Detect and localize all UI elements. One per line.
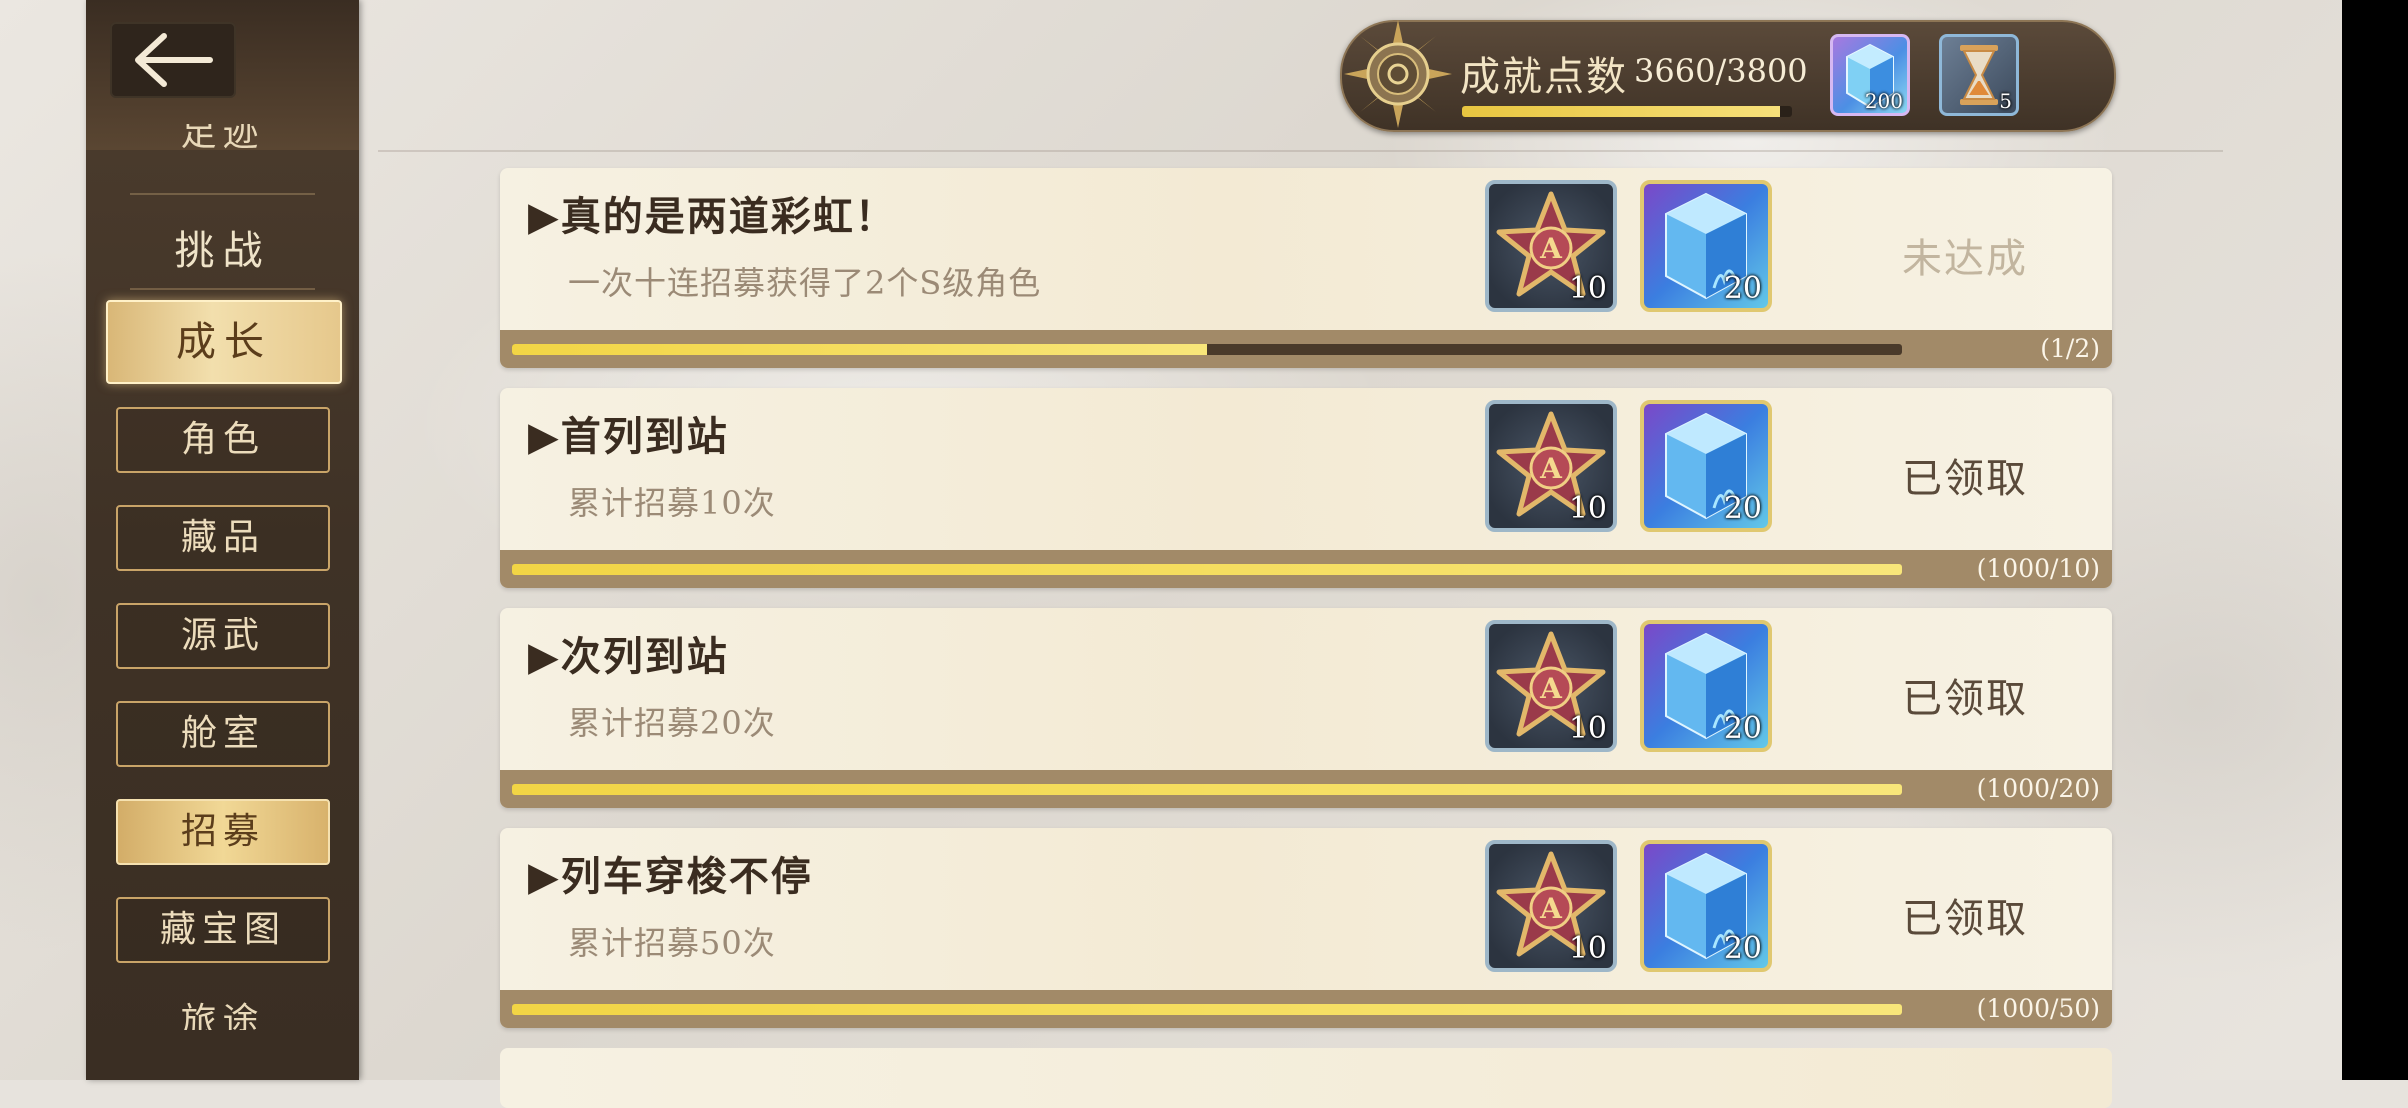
achievement-progress-fill [512, 784, 1902, 795]
reward-count: 10 [1568, 491, 1607, 526]
achievement-status: 未达成 [1902, 236, 2028, 282]
sidebar-item-cabin[interactable]: 舱室 [116, 701, 330, 767]
sidebar-cut-bottom-label: 旅途 [180, 1001, 265, 1030]
achievement-status: 已领取 [1902, 676, 2028, 722]
achievement-points-progress-fill [1462, 106, 1780, 117]
svg-text:A: A [1539, 672, 1563, 705]
achievement-progress-strip: (1/2) [500, 330, 2112, 368]
achievement-progress-text: (1/2) [2040, 334, 2100, 363]
crystal-resource-count: 200 [1864, 89, 1903, 113]
achievement-progress-fill [512, 344, 1207, 355]
reward-count: 10 [1568, 271, 1607, 306]
achievement-progress-fill [512, 564, 1902, 575]
achievement-points-label: 成就点数 [1460, 54, 1628, 100]
crystal-resource[interactable]: 200 [1830, 34, 1910, 116]
achievement-progress-bar [512, 1004, 1902, 1015]
achievement-progress-text: (1000/50) [1976, 994, 2100, 1023]
reward-crystal[interactable]: 20 [1640, 620, 1772, 752]
hourglass-resource[interactable]: 5 [1939, 34, 2019, 116]
reward-crystal[interactable]: 20 [1640, 180, 1772, 312]
achievement-description: 累计招募10次 [568, 484, 776, 522]
achievement-points-value: 3660/3800 [1634, 52, 1808, 90]
sidebar-item-treasure-map[interactable]: 藏宝图 [116, 897, 330, 963]
achievement-card: ▶次列到站 累计招募20次 A 10 20 已领取 (1000/20) [500, 608, 2112, 808]
screen-edge [2342, 0, 2408, 1080]
achievement-card-partial [500, 1048, 2112, 1108]
achievement-progress-text: (1000/10) [1976, 554, 2100, 583]
achievement-card: ▶真的是两道彩虹！ 一次十连招募获得了2个S级角色 A 10 20 未达成 (1… [500, 168, 2112, 368]
back-arrow-icon [135, 33, 213, 87]
achievement-progress-fill [512, 1004, 1902, 1015]
reward-crystal[interactable]: 20 [1640, 840, 1772, 972]
reward-crystal[interactable]: 20 [1640, 400, 1772, 532]
achievement-medal-icon [1344, 20, 1452, 128]
achievement-title: ▶次列到站 [528, 633, 729, 680]
sidebar-item-character[interactable]: 角色 [116, 407, 330, 473]
reward-count: 20 [1723, 271, 1762, 306]
achievement-progress-strip: (1000/20) [500, 770, 2112, 808]
achievement-title: ▶首列到站 [528, 413, 729, 460]
hourglass-resource-count: 5 [1999, 89, 2012, 113]
back-button[interactable] [110, 22, 236, 98]
achievement-points-progress [1462, 106, 1792, 117]
achievement-progress-text: (1000/20) [1976, 774, 2100, 803]
achievement-description: 一次十连招募获得了2个S级角色 [568, 264, 1042, 302]
achievement-description: 累计招募50次 [568, 924, 776, 962]
reward-count: 10 [1568, 931, 1607, 966]
achievement-progress-strip: (1000/50) [500, 990, 2112, 1028]
svg-text:A: A [1539, 452, 1563, 485]
achievement-description: 累计招募20次 [568, 704, 776, 742]
achievement-card: ▶首列到站 累计招募10次 A 10 20 已领取 (1000/10) [500, 388, 2112, 588]
reward-a-rank-star[interactable]: A 10 [1485, 180, 1617, 312]
divider [130, 193, 315, 195]
sidebar-item-collection[interactable]: 藏品 [116, 505, 330, 571]
divider [130, 288, 315, 290]
sidebar-category-challenge[interactable]: 挑战 [86, 218, 359, 276]
achievement-status: 已领取 [1902, 456, 2028, 502]
achievement-progress-strip: (1000/10) [500, 550, 2112, 588]
reward-a-rank-star[interactable]: A 10 [1485, 400, 1617, 532]
reward-count: 10 [1568, 711, 1607, 746]
sidebar: 足迹 挑战 成长 角色 藏品 源武 舱室 招募 藏宝图 旅途 [86, 0, 359, 1080]
achievement-progress-bar [512, 344, 1902, 355]
achievement-status: 已领取 [1902, 896, 2028, 942]
achievement-card: ▶列车穿梭不停 累计招募50次 A 10 20 已领取 (1000/50) [500, 828, 2112, 1028]
reward-count: 20 [1723, 931, 1762, 966]
svg-text:A: A [1539, 232, 1563, 265]
reward-a-rank-star[interactable]: A 10 [1485, 840, 1617, 972]
reward-count: 20 [1723, 711, 1762, 746]
reward-count: 20 [1723, 491, 1762, 526]
achievement-progress-bar [512, 564, 1902, 575]
achievement-title: ▶真的是两道彩虹！ [528, 193, 897, 240]
header-divider [378, 150, 2223, 152]
achievement-progress-bar [512, 784, 1902, 795]
achievement-points-bar: 成就点数 3660/3800 200 5 [1340, 20, 2116, 132]
sidebar-cut-top-label: 足迹 [180, 124, 265, 154]
achievement-title: ▶列车穿梭不停 [528, 853, 813, 900]
svg-text:A: A [1539, 892, 1563, 925]
reward-a-rank-star[interactable]: A 10 [1485, 620, 1617, 752]
sidebar-item-recruit[interactable]: 招募 [116, 799, 330, 865]
sidebar-item-weapon[interactable]: 源武 [116, 603, 330, 669]
sidebar-category-growth[interactable]: 成长 [106, 300, 342, 384]
